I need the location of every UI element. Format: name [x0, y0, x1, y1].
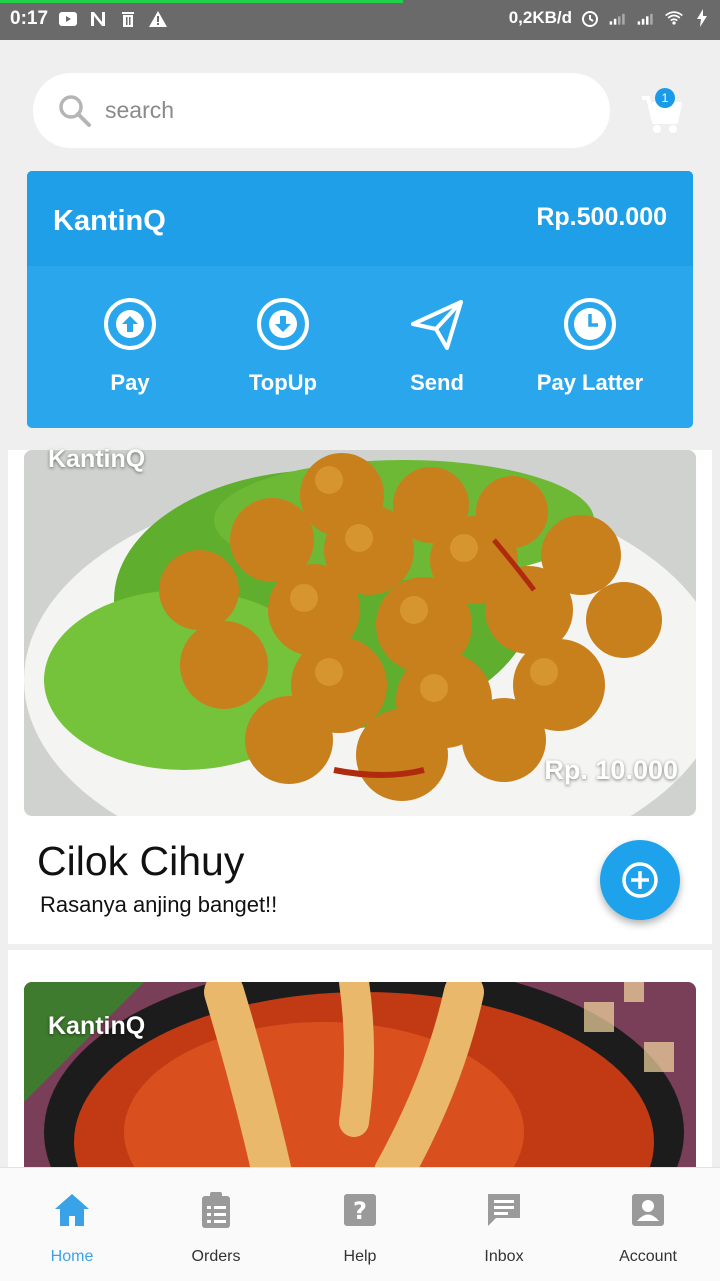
- food-brand-label: KantinQ: [48, 445, 146, 473]
- loading-progress-bar: [0, 0, 403, 3]
- search-icon: [59, 95, 91, 127]
- wallet-balance: Rp.500.000: [536, 203, 667, 231]
- account-icon: [632, 1194, 664, 1226]
- clipboard-icon: [202, 1192, 230, 1228]
- paper-plane-icon: [411, 300, 463, 350]
- youtube-icon: [59, 12, 78, 26]
- topup-button[interactable]: TopUp: [213, 296, 353, 396]
- wifi-icon: [665, 11, 683, 25]
- send-label: Send: [410, 370, 464, 395]
- trash-icon: [122, 12, 135, 27]
- clock-icon: [564, 298, 616, 350]
- nav-inbox[interactable]: Inbox: [444, 1190, 564, 1266]
- nav-account-label: Account: [619, 1248, 677, 1265]
- food-title: Cilok Cihuy: [37, 838, 245, 884]
- add-to-cart-button[interactable]: [600, 840, 680, 920]
- arrow-down-circle-icon: [257, 298, 309, 350]
- nav-orders[interactable]: Orders: [156, 1190, 276, 1266]
- pay-button[interactable]: Pay: [60, 296, 200, 396]
- pay-label: Pay: [110, 370, 150, 395]
- alarm-icon: [582, 11, 598, 27]
- wallet-card: KantinQ Rp.500.000 Pay TopUp Send Pay La…: [27, 171, 693, 428]
- status-bar: 0:17 0,2KB/d: [0, 0, 720, 40]
- search-input[interactable]: search: [105, 97, 174, 124]
- signal-icon-2: [637, 13, 653, 25]
- food-brand-label: KantinQ: [48, 1012, 146, 1040]
- nav-account[interactable]: Account: [588, 1190, 708, 1266]
- network-speed: 0,2KB/d: [508, 8, 572, 27]
- nav-inbox-label: Inbox: [484, 1248, 524, 1265]
- status-time: 0:17: [10, 8, 49, 29]
- topup-label: TopUp: [248, 370, 317, 395]
- food-image: [24, 982, 696, 1167]
- chat-icon: [488, 1194, 520, 1226]
- battery-charging-icon: [697, 9, 707, 27]
- bottom-navigation: Home Orders ? Help Inbox Account: [0, 1167, 720, 1281]
- search-bar[interactable]: search: [33, 73, 610, 148]
- send-button[interactable]: Send: [367, 296, 507, 396]
- cart-badge: 1: [655, 88, 675, 108]
- nav-home-label: Home: [50, 1248, 94, 1265]
- menu-item-card[interactable]: KantinQ: [8, 950, 712, 1167]
- food-price: Rp. 10.000: [544, 755, 678, 785]
- plus-circle-icon: [622, 862, 658, 898]
- pay-later-button[interactable]: Pay Latter: [520, 296, 660, 396]
- nav-help[interactable]: ? Help: [300, 1190, 420, 1266]
- wallet-name: KantinQ: [53, 205, 166, 237]
- help-icon: ?: [344, 1194, 376, 1226]
- warning-icon: [149, 11, 168, 27]
- svg-text:?: ?: [353, 1197, 367, 1225]
- nav-orders-label: Orders: [191, 1248, 241, 1265]
- nav-help-label: Help: [343, 1248, 377, 1265]
- app-n-icon: [91, 12, 106, 26]
- signal-icon: [609, 13, 625, 25]
- nav-home[interactable]: Home: [12, 1190, 132, 1266]
- arrow-up-circle-icon: [104, 298, 156, 350]
- food-description: Rasanya anjing banget!!: [40, 892, 278, 917]
- home-icon: [55, 1194, 89, 1226]
- pay-later-label: Pay Latter: [536, 370, 644, 395]
